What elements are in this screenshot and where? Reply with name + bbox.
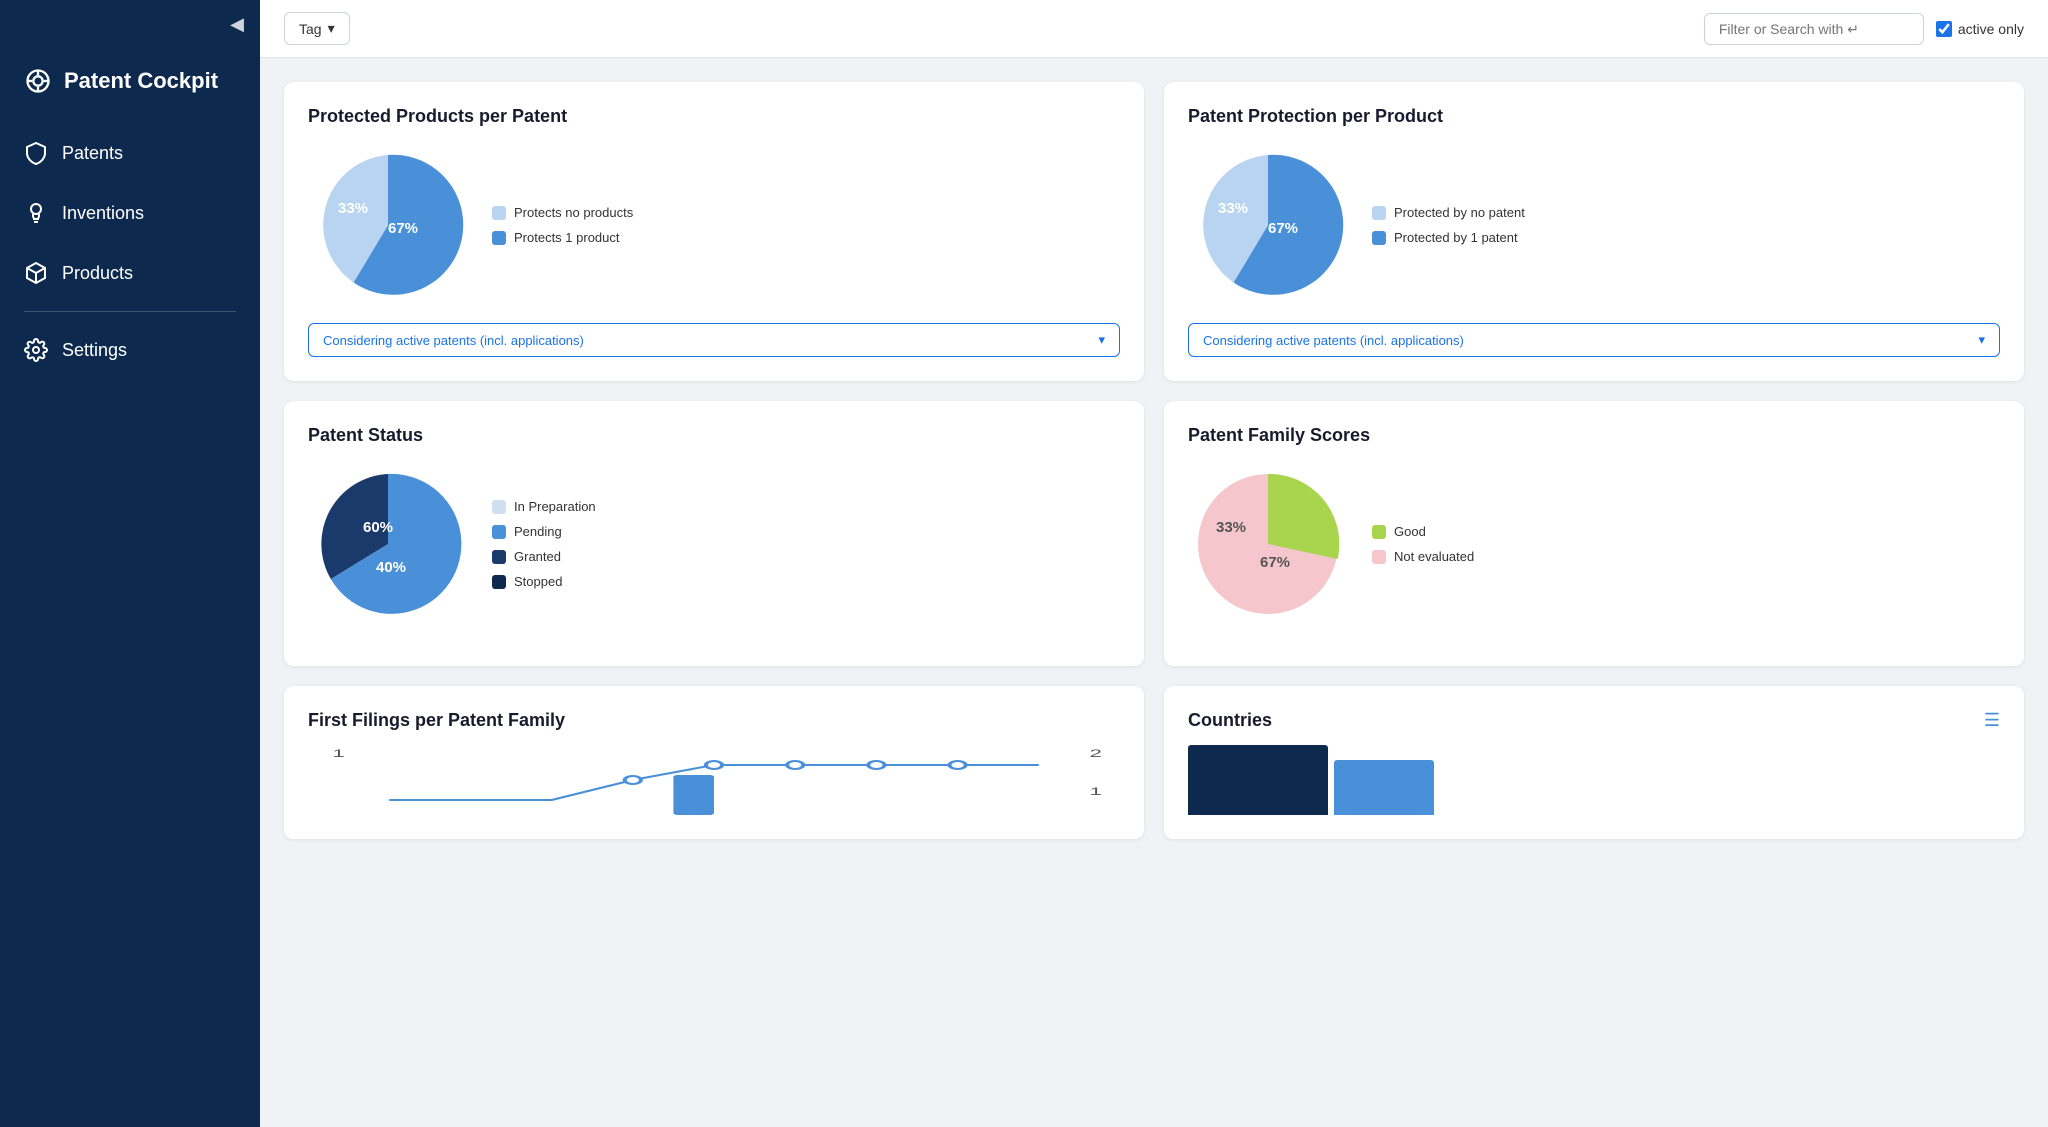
sidebar-item-products-label: Products	[62, 263, 133, 284]
legend-item-1a: Protects no products	[492, 205, 633, 220]
first-filings-title: First Filings per Patent Family	[308, 710, 565, 731]
pie-chart-4: 33% 67%	[1188, 464, 1348, 624]
countries-header: Countries ☰	[1188, 710, 2000, 731]
legend-dot-3c	[492, 550, 506, 564]
legend-dot-4b	[1372, 550, 1386, 564]
sidebar-nav: Patents Inventions Products	[0, 123, 260, 1127]
chevron-down-icon-1: ▾	[1098, 332, 1105, 348]
card-first-filings: First Filings per Patent Family 1	[284, 686, 1144, 839]
legend-dot-4a	[1372, 525, 1386, 539]
sidebar-toggle-area: ◀	[0, 0, 260, 49]
card-family-scores-title: Patent Family Scores	[1188, 425, 2000, 446]
svg-text:1: 1	[332, 747, 344, 759]
card-patent-protection-title: Patent Protection per Product	[1188, 106, 2000, 127]
pie-chart-1: 33% 67%	[308, 145, 468, 305]
active-only-text: active only	[1958, 21, 2024, 37]
chevron-down-icon-2: ▾	[1978, 332, 1985, 348]
sidebar-collapse-button[interactable]: ◀	[230, 14, 244, 35]
legend-item-2b: Protected by 1 patent	[1372, 230, 1525, 245]
main-content: Tag ▾ active only Protected Products per…	[260, 0, 2048, 1127]
chart-area-1: 33% 67% Protects no products Protects 1 …	[308, 145, 1120, 305]
sidebar: ◀ Patent Cockpit Patents	[0, 0, 260, 1127]
sidebar-item-inventions-label: Inventions	[62, 203, 144, 224]
active-only-checkbox[interactable]	[1936, 21, 1952, 37]
legend-1: Protects no products Protects 1 product	[492, 205, 633, 245]
topbar-left: Tag ▾	[284, 12, 350, 45]
first-filings-header: First Filings per Patent Family	[308, 710, 1120, 731]
legend-3: In Preparation Pending Granted Stopped	[492, 499, 596, 589]
active-only-label: active only	[1936, 21, 2024, 37]
card-2-dropdown[interactable]: Considering active patents (incl. applic…	[1188, 323, 2000, 357]
filter-icon[interactable]: ☰	[1984, 710, 2000, 731]
sidebar-item-settings-label: Settings	[62, 340, 127, 361]
sidebar-item-patents[interactable]: Patents	[0, 123, 260, 183]
legend-dot-3a	[492, 500, 506, 514]
card-family-scores: Patent Family Scores 33% 67%	[1164, 401, 2024, 666]
card-protected-products: Protected Products per Patent 33% 67%	[284, 82, 1144, 381]
legend-item-3d: Stopped	[492, 574, 596, 589]
topbar: Tag ▾ active only	[260, 0, 2048, 58]
legend-dot-3d	[492, 575, 506, 589]
countries-bar-1	[1188, 745, 1328, 815]
legend-item-4b: Not evaluated	[1372, 549, 1474, 564]
card-protected-products-title: Protected Products per Patent	[308, 106, 1120, 127]
dashboard: Protected Products per Patent 33% 67%	[260, 58, 2048, 1127]
chart-area-4: 33% 67% Good Not evaluated	[1188, 464, 2000, 624]
legend-2: Protected by no patent Protected by 1 pa…	[1372, 205, 1525, 245]
countries-bars	[1188, 745, 2000, 815]
card-1-dropdown[interactable]: Considering active patents (incl. applic…	[308, 323, 1120, 357]
brand-label: Patent Cockpit	[64, 68, 218, 94]
svg-text:1: 1	[1090, 785, 1102, 797]
chevron-down-icon: ▾	[328, 20, 335, 37]
legend-dot-3b	[492, 525, 506, 539]
legend-item-4a: Good	[1372, 524, 1474, 539]
chart-area-2: 33% 67% Protected by no patent Protected…	[1188, 145, 2000, 305]
topbar-right: active only	[1704, 13, 2024, 45]
legend-item-2a: Protected by no patent	[1372, 205, 1525, 220]
svg-text:2: 2	[1090, 747, 1102, 759]
brand: Patent Cockpit	[0, 49, 260, 123]
shield-icon	[24, 141, 48, 165]
sidebar-item-patents-label: Patents	[62, 143, 123, 164]
sidebar-item-settings[interactable]: Settings	[0, 320, 260, 380]
legend-item-1b: Protects 1 product	[492, 230, 633, 245]
legend-4: Good Not evaluated	[1372, 524, 1474, 564]
card-patent-status-title: Patent Status	[308, 425, 1120, 446]
card-patent-status: Patent Status 60% 40% I	[284, 401, 1144, 666]
tag-label: Tag	[299, 21, 322, 37]
legend-dot-1b	[492, 231, 506, 245]
tag-dropdown[interactable]: Tag ▾	[284, 12, 350, 45]
sidebar-item-inventions[interactable]: Inventions	[0, 183, 260, 243]
brand-icon	[24, 67, 52, 95]
pie-chart-3: 60% 40%	[308, 464, 468, 624]
nav-divider	[24, 311, 236, 312]
line-chart-svg: 1 2 1	[308, 745, 1120, 815]
card-patent-protection: Patent Protection per Product 33% 67% Pr…	[1164, 82, 2024, 381]
search-input[interactable]	[1704, 13, 1924, 45]
countries-bar-2	[1334, 760, 1434, 815]
legend-dot-2b	[1372, 231, 1386, 245]
card-countries: Countries ☰	[1164, 686, 2024, 839]
bulb-icon	[24, 201, 48, 225]
legend-item-3c: Granted	[492, 549, 596, 564]
box-icon	[24, 261, 48, 285]
chart-area-3: 60% 40% In Preparation Pending Granted	[308, 464, 1120, 624]
gear-icon	[24, 338, 48, 362]
sidebar-item-products[interactable]: Products	[0, 243, 260, 303]
legend-item-3b: Pending	[492, 524, 596, 539]
legend-dot-2a	[1372, 206, 1386, 220]
legend-item-3a: In Preparation	[492, 499, 596, 514]
pie-chart-2: 33% 67%	[1188, 145, 1348, 305]
legend-dot-1a	[492, 206, 506, 220]
countries-title: Countries	[1188, 710, 1272, 731]
